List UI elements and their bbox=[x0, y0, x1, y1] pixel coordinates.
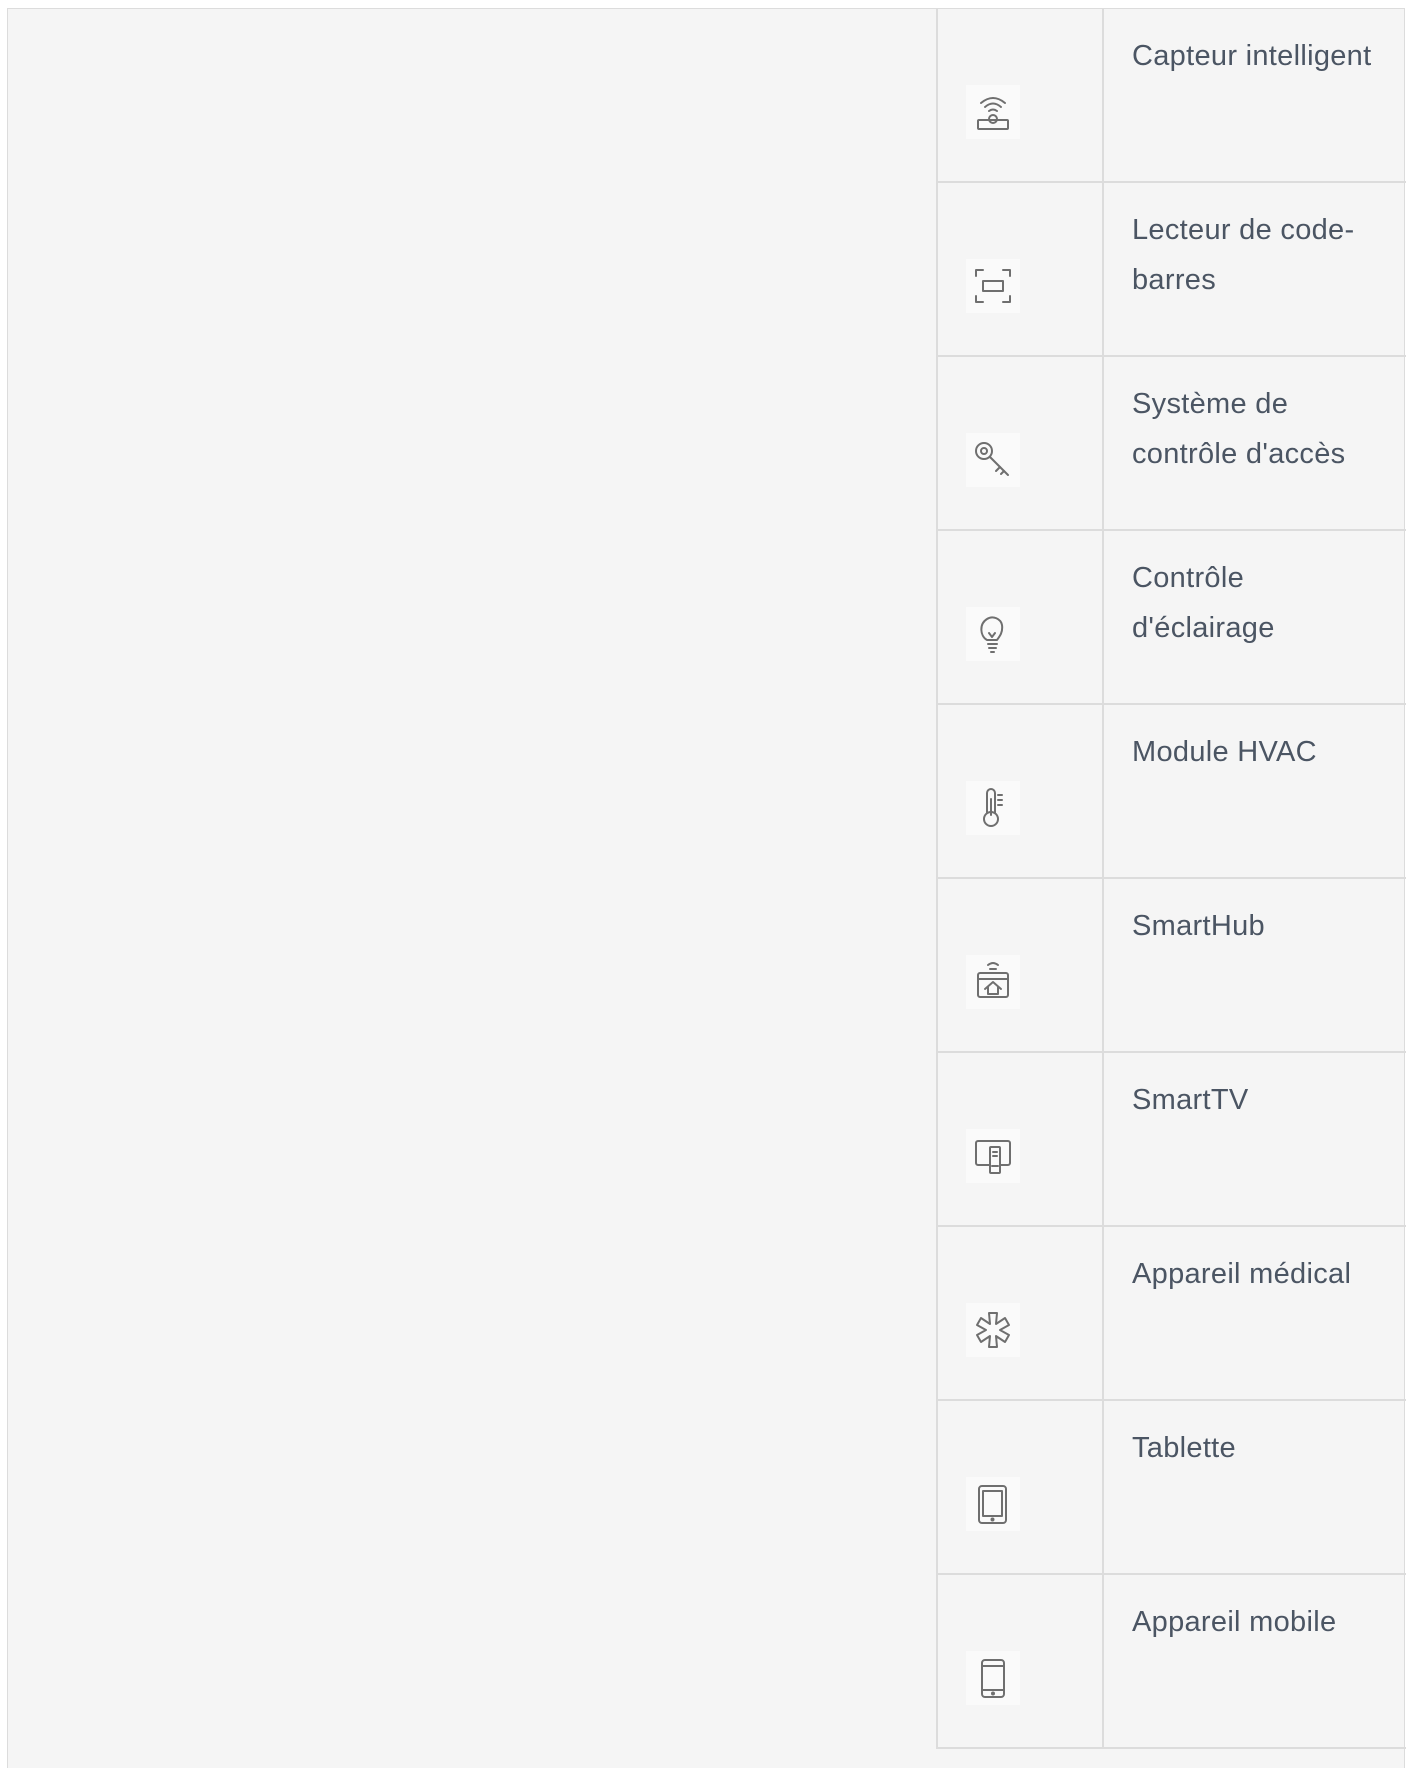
mobile-phone-icon bbox=[966, 1651, 1020, 1705]
table-row: Contrôle d'éclairage bbox=[938, 531, 1406, 705]
lightbulb-icon bbox=[966, 607, 1020, 661]
device-label: Appareil mobile bbox=[1132, 1606, 1337, 1638]
table-row: Lecteur de code-barres bbox=[938, 183, 1406, 357]
medical-icon bbox=[966, 1303, 1020, 1357]
table-row: Tablette bbox=[938, 1401, 1406, 1575]
device-type-table: Capteur intelligent Lecteur de code-barr… bbox=[936, 9, 1406, 1749]
device-label: Lecteur de code-barres bbox=[1132, 214, 1355, 296]
icon-cell bbox=[938, 1575, 1104, 1747]
icon-cell bbox=[938, 357, 1104, 529]
table-row: Capteur intelligent bbox=[938, 9, 1406, 183]
device-label: SmartHub bbox=[1132, 910, 1265, 942]
empty-content-column bbox=[8, 9, 936, 1768]
device-label: Module HVAC bbox=[1132, 736, 1317, 768]
device-label: Capteur intelligent bbox=[1132, 40, 1372, 72]
icon-cell bbox=[938, 1401, 1104, 1573]
key-icon bbox=[966, 433, 1020, 487]
smarthub-icon bbox=[966, 955, 1020, 1009]
device-label: Appareil médical bbox=[1132, 1258, 1352, 1290]
smarttv-icon bbox=[966, 1129, 1020, 1183]
icon-cell bbox=[938, 183, 1104, 355]
icon-cell bbox=[938, 705, 1104, 877]
device-label: Contrôle d'éclairage bbox=[1132, 562, 1275, 644]
table-row: SmartHub bbox=[938, 879, 1406, 1053]
table-row: Système de contrôle d'accès bbox=[938, 357, 1406, 531]
icon-cell bbox=[938, 879, 1104, 1051]
tablet-icon bbox=[966, 1477, 1020, 1531]
table-row: Appareil mobile bbox=[938, 1575, 1406, 1749]
table-row: SmartTV bbox=[938, 1053, 1406, 1227]
thermometer-icon bbox=[966, 781, 1020, 835]
icon-cell bbox=[938, 531, 1104, 703]
device-label: SmartTV bbox=[1132, 1084, 1249, 1116]
smart-sensor-icon bbox=[966, 85, 1020, 139]
icon-cell bbox=[938, 9, 1104, 181]
table-row: Module HVAC bbox=[938, 705, 1406, 879]
icon-cell bbox=[938, 1053, 1104, 1225]
icon-cell bbox=[938, 1227, 1104, 1399]
device-label: Tablette bbox=[1132, 1432, 1236, 1464]
barcode-scanner-icon bbox=[966, 259, 1020, 313]
device-label: Système de contrôle d'accès bbox=[1132, 388, 1346, 470]
table-row: Appareil médical bbox=[938, 1227, 1406, 1401]
content-frame: Capteur intelligent Lecteur de code-barr… bbox=[7, 8, 1406, 1768]
